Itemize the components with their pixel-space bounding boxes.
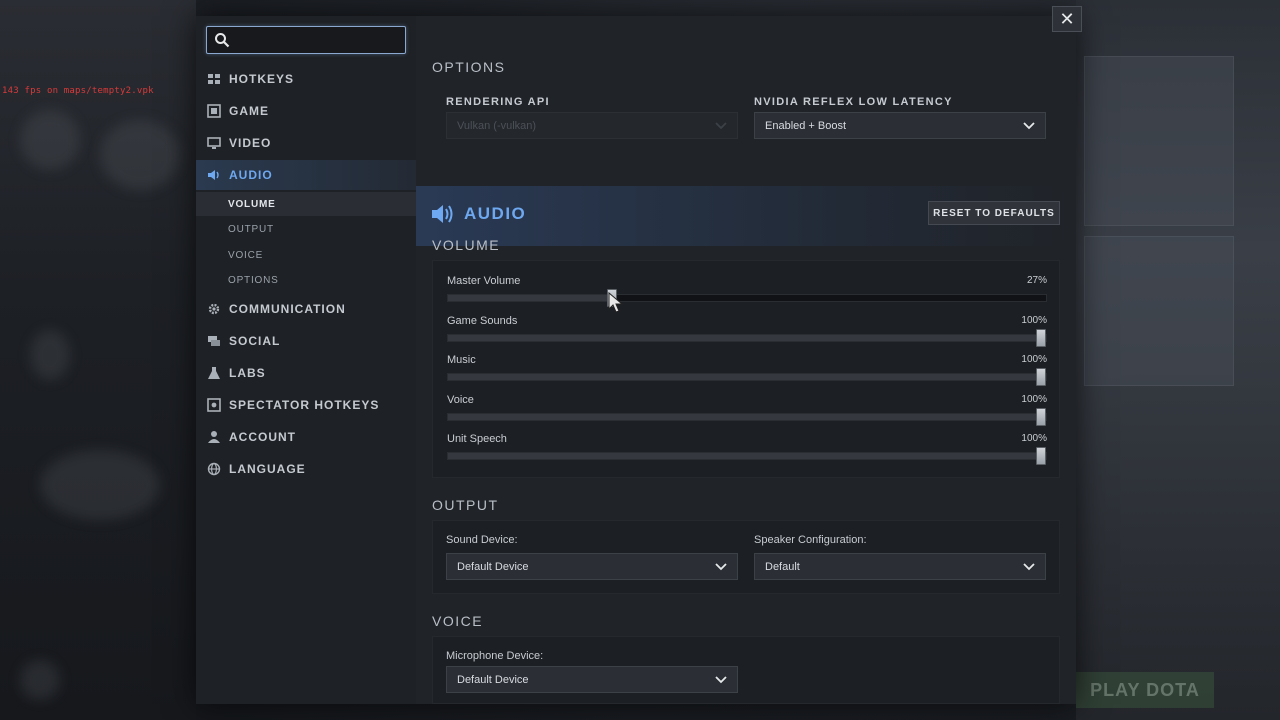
sidebar-item-language[interactable]: LANGUAGE — [196, 454, 416, 484]
slider-label: Game Sounds — [447, 315, 518, 327]
speaker-config-dropdown[interactable]: Default — [754, 553, 1046, 580]
background-right — [1076, 0, 1280, 720]
rendering-api-dropdown: Vulkan (-vulkan) — [446, 112, 738, 139]
game-sounds-slider[interactable] — [447, 329, 1047, 347]
sidebar-item-label: ACCOUNT — [229, 430, 296, 444]
sidebar-subitem-volume[interactable]: VOLUME — [196, 192, 416, 216]
close-button[interactable]: ✕ — [1052, 6, 1082, 32]
reflex-value: Enabled + Boost — [765, 119, 847, 132]
microphone-dropdown[interactable]: Default Device — [446, 666, 738, 693]
sidebar-item-label: SOCIAL — [229, 334, 281, 348]
reflex-label: NVIDIA REFLEX LOW LATENCY — [754, 96, 953, 108]
spectator-icon — [207, 398, 221, 412]
voice-section-title: VOICE — [432, 613, 484, 629]
slider-thumb[interactable] — [1036, 329, 1046, 347]
unit-speech-slider[interactable] — [447, 447, 1047, 465]
chevron-down-icon — [1023, 563, 1035, 571]
sidebar-item-label: COMMUNICATION — [229, 302, 346, 316]
mouse-cursor-icon — [608, 292, 624, 313]
slider-value: 100% — [1021, 315, 1047, 326]
chevron-down-icon — [715, 563, 727, 571]
sidebar-item-account[interactable]: ACCOUNT — [196, 422, 416, 452]
settings-window: HOTKEYS GAME VIDEO AUDIO VOLUME OUTPUT V… — [196, 16, 1076, 704]
slider-value: 100% — [1021, 354, 1047, 365]
gear-icon — [207, 302, 221, 316]
microphone-value: Default Device — [457, 673, 529, 686]
sidebar-item-game[interactable]: GAME — [196, 96, 416, 126]
speaker-config-label: Speaker Configuration: — [754, 534, 867, 546]
sidebar-subitem-voice[interactable]: VOICE — [196, 243, 416, 267]
slider-thumb[interactable] — [1036, 447, 1046, 465]
sidebar-item-label: LABS — [229, 366, 266, 380]
audio-section-title: AUDIO — [464, 204, 527, 223]
sound-device-label: Sound Device: — [446, 534, 518, 546]
settings-sidebar: HOTKEYS GAME VIDEO AUDIO VOLUME OUTPUT V… — [196, 16, 416, 704]
sidebar-item-label: LANGUAGE — [229, 462, 306, 476]
sidebar-item-labs[interactable]: LABS — [196, 358, 416, 388]
slider-thumb[interactable] — [1036, 368, 1046, 386]
music-slider[interactable] — [447, 368, 1047, 386]
sidebar-item-audio[interactable]: AUDIO — [196, 160, 416, 190]
microphone-label: Microphone Device: — [446, 650, 544, 662]
sidebar-subitem-output[interactable]: OUTPUT — [196, 217, 416, 241]
sidebar-item-label: SPECTATOR HOTKEYS — [229, 398, 380, 412]
slider-label: Voice — [447, 394, 474, 406]
globe-icon — [207, 462, 221, 476]
reset-to-defaults-button[interactable]: RESET TO DEFAULTS — [928, 201, 1060, 225]
sidebar-subitem-options[interactable]: OPTIONS — [196, 268, 416, 292]
search-input[interactable] — [235, 30, 400, 50]
chevron-down-icon — [715, 122, 727, 130]
voice-row: Voice 100% — [447, 394, 1047, 430]
options-section-title: OPTIONS — [432, 59, 506, 75]
slider-thumb[interactable] — [1036, 408, 1046, 426]
rendering-api-value: Vulkan (-vulkan) — [457, 119, 537, 132]
rendering-api-label: RENDERING API — [446, 96, 550, 108]
slider-value: 27% — [1026, 275, 1047, 286]
volume-panel: Master Volume 27% Game Sounds 100% Music… — [432, 260, 1060, 478]
chat-icon — [207, 334, 221, 348]
sidebar-item-spectator-hotkeys[interactable]: SPECTATOR HOTKEYS — [196, 390, 416, 420]
output-section-title: OUTPUT — [432, 497, 499, 513]
master-volume-row: Master Volume 27% — [447, 275, 1047, 311]
fps-counter: 143 fps on maps/tempty2.vpk — [2, 86, 154, 96]
sidebar-item-hotkeys[interactable]: HOTKEYS — [196, 64, 416, 94]
play-dota-button[interactable]: PLAY DOTA — [1076, 672, 1214, 708]
music-row: Music 100% — [447, 354, 1047, 390]
sidebar-item-label: GAME — [229, 104, 269, 118]
chevron-down-icon — [715, 676, 727, 684]
slider-label: Master Volume — [447, 275, 521, 287]
background-left — [0, 0, 196, 720]
speaker-icon — [432, 205, 453, 223]
speaker-icon — [207, 168, 221, 182]
slider-label: Music — [447, 354, 476, 366]
game-icon — [207, 104, 221, 118]
flask-icon — [207, 366, 221, 380]
keyboard-icon — [207, 72, 221, 86]
slider-value: 100% — [1021, 394, 1047, 405]
settings-content: OPTIONS RENDERING API Vulkan (-vulkan) N… — [416, 16, 1076, 704]
sidebar-item-social[interactable]: SOCIAL — [196, 326, 416, 356]
unit-speech-row: Unit Speech 100% — [447, 433, 1047, 469]
chevron-down-icon — [1023, 122, 1035, 130]
slider-label: Unit Speech — [447, 433, 507, 445]
search-box[interactable] — [206, 26, 406, 54]
search-icon — [215, 33, 230, 48]
game-sounds-row: Game Sounds 100% — [447, 315, 1047, 351]
volume-section-title: VOLUME — [432, 237, 501, 253]
sound-device-value: Default Device — [457, 560, 529, 573]
sidebar-item-communication[interactable]: COMMUNICATION — [196, 294, 416, 324]
user-icon — [207, 430, 221, 444]
slider-value: 100% — [1021, 433, 1047, 444]
reflex-dropdown[interactable]: Enabled + Boost — [754, 112, 1046, 139]
sound-device-dropdown[interactable]: Default Device — [446, 553, 738, 580]
sidebar-item-label: VIDEO — [229, 136, 272, 150]
voice-slider[interactable] — [447, 408, 1047, 426]
sidebar-item-video[interactable]: VIDEO — [196, 128, 416, 158]
sidebar-item-label: AUDIO — [229, 168, 273, 182]
speaker-config-value: Default — [765, 560, 800, 573]
master-volume-slider[interactable] — [447, 289, 1047, 307]
monitor-icon — [207, 136, 221, 150]
sidebar-item-label: HOTKEYS — [229, 72, 295, 86]
